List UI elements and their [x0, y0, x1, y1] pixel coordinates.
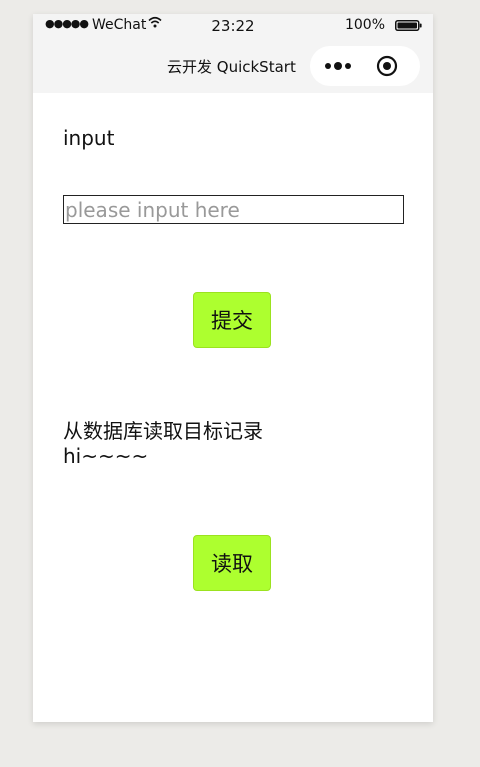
- page-title: 云开发 QuickStart: [167, 58, 296, 76]
- record-value: hi~~~~: [63, 444, 149, 468]
- phone-screen: ●●●●● WeChat 23:22 100% 云开发 QuickStart i…: [33, 14, 433, 722]
- battery-icon: [395, 20, 422, 31]
- menu-capsule: [310, 46, 420, 86]
- status-bar: ●●●●● WeChat 23:22 100%: [33, 14, 433, 38]
- page-content: input 提交 从数据库读取目标记录 hi~~~~ 读取: [33, 93, 433, 722]
- submit-button[interactable]: 提交: [193, 292, 271, 348]
- battery-percent: 100%: [344, 17, 385, 33]
- more-dots-icon[interactable]: [322, 55, 356, 77]
- navigation-bar: 云开发 QuickStart: [33, 38, 433, 93]
- read-button[interactable]: 读取: [193, 535, 271, 591]
- text-input[interactable]: [63, 195, 404, 224]
- read-section-label: 从数据库读取目标记录: [63, 419, 263, 443]
- miniprogram-close-icon[interactable]: [376, 55, 398, 77]
- input-label: input: [63, 126, 115, 150]
